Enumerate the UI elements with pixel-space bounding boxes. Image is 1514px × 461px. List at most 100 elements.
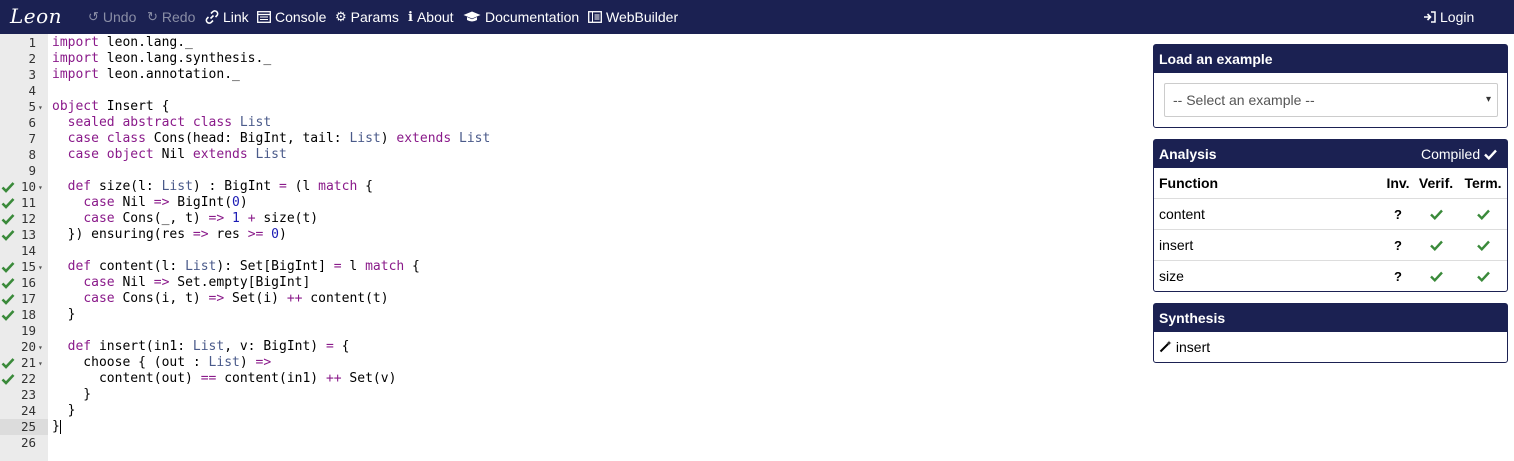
console-button[interactable]: Console [257, 0, 326, 34]
code-token: sealed [67, 115, 115, 130]
fold-toggle-icon[interactable]: ▾ [38, 340, 43, 356]
code-text: case Cons(_, t) => 1 + size(t) [52, 211, 318, 227]
check-icon [1476, 271, 1490, 283]
undo-button[interactable]: ↺ Undo [88, 0, 136, 34]
code-line[interactable]: 13 }) ensuring(res => res >= 0) [0, 227, 1146, 243]
code-line[interactable]: 23 } [0, 387, 1146, 403]
code-line[interactable]: 5 ▾ object Insert { [0, 99, 1146, 115]
example-select[interactable]: -- Select an example -- ▾ [1164, 83, 1498, 117]
synthesis-title: Synthesis [1154, 304, 1507, 332]
code-line[interactable]: 1 import leon.lang._ [0, 35, 1146, 51]
code-editor[interactable]: 1 import leon.lang._ 2 import leon.lang.syn… [0, 34, 1146, 461]
params-button[interactable]: ⚙ Params [335, 0, 399, 34]
code-line[interactable]: 16 case Nil => Set.empty[BigInt] [0, 275, 1146, 291]
code-token: content(t) [302, 291, 389, 306]
code-line[interactable]: 18 } [0, 307, 1146, 323]
code-line[interactable]: 20 ▾ def insert(in1: List, v: BigInt) = { [0, 339, 1146, 355]
redo-button[interactable]: ↻ Redo [147, 0, 195, 34]
code-line[interactable]: 15 ▾ def content(l: List): Set[BigInt] = … [0, 259, 1146, 275]
documentation-button[interactable]: Documentation [463, 0, 579, 34]
code-line[interactable]: 2 import leon.lang.synthesis._ [0, 51, 1146, 67]
code-line[interactable]: 11 case Nil => BigInt(0) [0, 195, 1146, 211]
line-number: 11 [20, 195, 36, 210]
code-line[interactable]: 19 [0, 323, 1146, 339]
code-line[interactable]: 9 [0, 163, 1146, 179]
code-text: } [52, 419, 61, 435]
webbuilder-button[interactable]: WebBuilder [588, 0, 678, 34]
code-line[interactable]: 8 case object Nil extends List [0, 147, 1146, 163]
code-text: choose { (out : List) => [52, 355, 271, 371]
code-token: + [247, 211, 256, 226]
col-inv: Inv. [1386, 175, 1410, 191]
code-token: object [106, 147, 154, 162]
code-line[interactable]: 14 [0, 243, 1146, 259]
verif-status [1418, 261, 1454, 292]
code-line[interactable]: 3 import leon.annotation._ [0, 67, 1146, 83]
code-token: Set.empty[BigInt] [169, 275, 311, 290]
code-token: => [255, 355, 272, 370]
compiled-label: Compiled [1420, 146, 1481, 162]
code-line[interactable]: 25} [0, 419, 1146, 435]
analysis-row-insert[interactable]: insert? [1154, 230, 1507, 261]
check-icon [1476, 240, 1490, 252]
code-token: Cons(_, t) [114, 211, 209, 226]
documentation-label: Documentation [485, 9, 580, 25]
code-text: case Nil => BigInt(0) [52, 195, 247, 211]
code-token: List [459, 131, 491, 146]
synthesis-item[interactable]: insert [1154, 332, 1507, 363]
code-line[interactable]: 10 ▾ def size(l: List) : BigInt = (l matc… [0, 179, 1146, 195]
code-token: => [192, 227, 209, 242]
sign-in-icon [1424, 11, 1436, 23]
analysis-row-content[interactable]: content? [1154, 199, 1507, 230]
code-line[interactable]: 4 [0, 83, 1146, 99]
fold-toggle-icon[interactable]: ▾ [38, 100, 43, 116]
code-token: Nil [153, 147, 193, 162]
code-line[interactable]: 17 case Cons(i, t) => Set(i) ++ content(… [0, 291, 1146, 307]
code-token: = [325, 339, 334, 354]
webbuilder-icon [588, 11, 602, 23]
code-line[interactable]: 26 [0, 435, 1146, 451]
check-icon [1429, 271, 1443, 283]
code-token: { [333, 339, 350, 354]
code-token: } [52, 387, 92, 402]
code-token: Nil [114, 195, 154, 210]
code-token: def [67, 259, 92, 274]
line-number: 24 [20, 403, 36, 418]
check-icon [1476, 209, 1490, 221]
fold-toggle-icon[interactable]: ▾ [38, 260, 43, 276]
redo-icon: ↻ [147, 9, 158, 24]
line-number: 3 [28, 67, 36, 82]
code-token: List [255, 147, 287, 162]
code-token: import [52, 51, 99, 66]
code-line[interactable]: 24 } [0, 403, 1146, 419]
fold-toggle-icon[interactable]: ▾ [38, 356, 43, 372]
fold-toggle-icon[interactable]: ▾ [38, 180, 43, 196]
code-line[interactable]: 21 ▾ choose { (out : List) => [0, 355, 1146, 371]
code-line[interactable]: 7 case class Cons(head: BigInt, tail: Li… [0, 131, 1146, 147]
about-button[interactable]: i About [408, 0, 454, 34]
link-icon [205, 10, 219, 24]
line-number: 16 [20, 275, 36, 290]
text-cursor [59, 419, 61, 434]
code-text: object Insert { [52, 99, 169, 115]
link-button[interactable]: Link [205, 0, 249, 34]
code-token: ++ [325, 371, 342, 386]
code-token: size(t) [255, 211, 319, 226]
analysis-table: Function Inv. Verif. Term. content? inser… [1154, 168, 1507, 292]
analysis-header: Analysis Compiled [1154, 140, 1507, 168]
code-line[interactable]: 22 content(out) == content(in1) ++ Set(v… [0, 371, 1146, 387]
code-token: , v: BigInt) [224, 339, 326, 354]
analysis-row-size[interactable]: size? [1154, 261, 1507, 292]
brand-logo[interactable]: Leon [10, 4, 62, 28]
code-line[interactable]: 6 sealed abstract class List [0, 115, 1146, 131]
code-line[interactable]: 12 case Cons(_, t) => 1 + size(t) [0, 211, 1146, 227]
code-token: ): Set[BigInt] [216, 259, 334, 274]
login-button[interactable]: Login [1423, 0, 1474, 34]
code-token: ) : BigInt [192, 179, 279, 194]
